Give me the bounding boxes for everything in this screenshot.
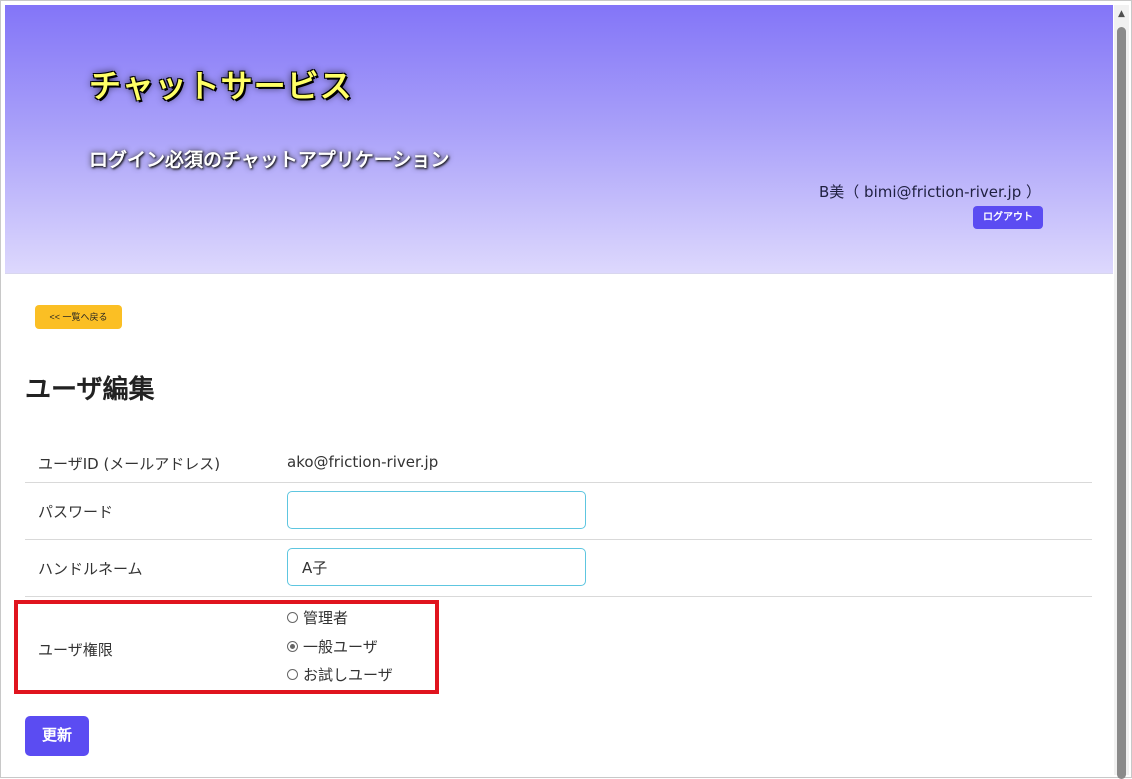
user-role-label: ユーザ権限	[38, 641, 113, 659]
password-label: パスワード	[38, 503, 114, 521]
radio-admin-icon[interactable]	[287, 611, 298, 623]
role-option-admin-label: 管理者	[303, 608, 349, 627]
scrollbar-thumb[interactable]	[1117, 27, 1126, 779]
logout-button[interactable]: ログアウト	[973, 206, 1043, 229]
logged-in-user-info: B美（ bimi@friction-river.jp ）	[819, 183, 1041, 201]
user-id-value: ako@friction-river.jp	[287, 453, 439, 471]
browser-viewport: チャットサービス ログイン必須のチャットアプリケーション B美（ bimi@fr…	[0, 0, 1132, 779]
app-title: チャットサービス	[89, 67, 353, 105]
password-input[interactable]	[287, 491, 586, 529]
page-header: チャットサービス ログイン必須のチャットアプリケーション B美（ bimi@fr…	[5, 5, 1113, 274]
user-id-row: ユーザID (メールアドレス) ako@friction-river.jp	[25, 437, 1092, 483]
handle-name-input[interactable]	[287, 548, 586, 586]
role-option-general[interactable]: 一般ユーザ	[287, 636, 378, 656]
user-id-label: ユーザID (メールアドレス)	[38, 455, 221, 473]
scroll-up-arrow-icon[interactable]: ▲	[1114, 7, 1129, 21]
back-to-list-button[interactable]: << 一覧へ戻る	[35, 305, 122, 329]
role-option-trial-label: お試しユーザ	[303, 665, 393, 684]
radio-trial-icon[interactable]	[287, 668, 298, 680]
update-button[interactable]: 更新	[25, 716, 89, 756]
user-role-row: ユーザ権限 管理者 一般ユーザ お試しユーザ	[25, 597, 1092, 693]
password-row: パスワード	[25, 483, 1092, 540]
page-title: ユーザ編集	[25, 375, 155, 405]
handle-name-row: ハンドルネーム	[25, 540, 1092, 597]
role-option-admin[interactable]: 管理者	[287, 607, 348, 627]
app-subtitle: ログイン必須のチャットアプリケーション	[89, 149, 450, 171]
role-option-general-label: 一般ユーザ	[303, 637, 378, 656]
radio-general-icon[interactable]	[287, 640, 298, 652]
handle-name-label: ハンドルネーム	[38, 560, 143, 578]
role-option-trial[interactable]: お試しユーザ	[287, 664, 393, 684]
